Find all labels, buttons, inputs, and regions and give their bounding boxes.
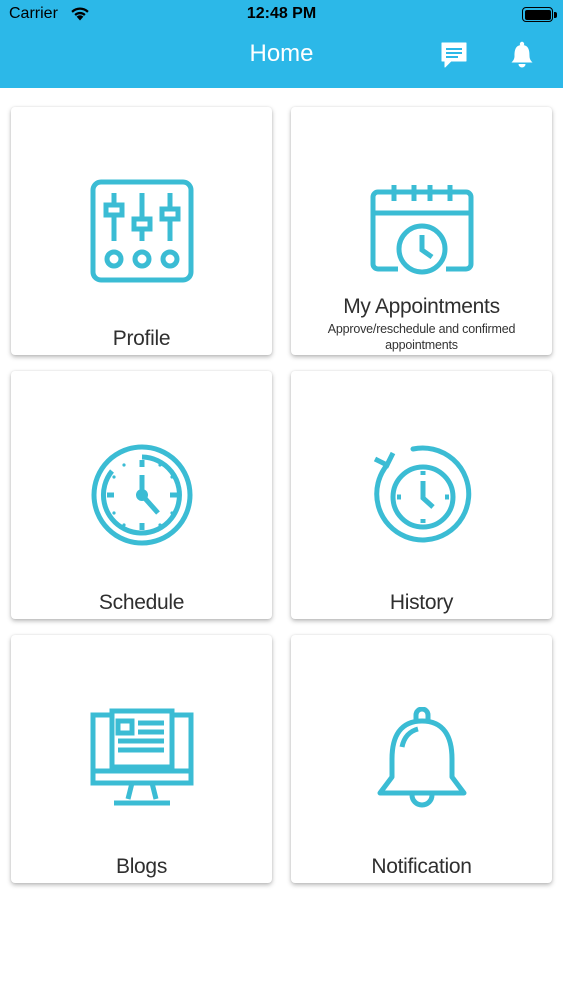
sliders-icon [11,107,272,307]
notification-card[interactable]: Notification [291,635,552,883]
profile-card[interactable]: Profile [11,107,272,355]
monitor-article-icon [11,635,272,835]
calendar-clock-icon [291,107,552,307]
appointments-subtitle: Approve/reschedule and confirmed appoint… [327,322,516,352]
bell-icon [291,635,552,835]
clock-icon [11,371,272,571]
blogs-card[interactable]: Blogs [11,635,272,883]
history-icon [291,371,552,571]
history-label: History [389,591,454,614]
blogs-label: Blogs [115,855,168,878]
status-time: 12:48 PM [246,5,317,22]
history-card[interactable]: History [291,371,552,619]
bell-icon[interactable] [507,40,537,70]
page-title: Home [249,40,314,67]
notification-label: Notification [371,855,472,878]
chat-icon[interactable] [439,40,469,70]
appointments-label: My Appointments [343,295,500,318]
battery-icon [522,7,557,22]
status-bar: Carrier 12:48 PM [0,0,563,30]
profile-label: Profile [112,327,171,350]
appointments-card[interactable]: My Appointments Approve/reschedule and c… [291,107,552,355]
schedule-card[interactable]: Schedule [11,371,272,619]
schedule-label: Schedule [98,591,185,614]
top-bar: Carrier 12:48 PM Home [0,0,563,88]
